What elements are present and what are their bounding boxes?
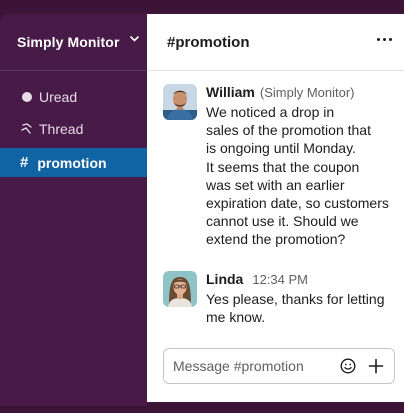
message-line: We noticed a drop in — [206, 104, 335, 120]
avatar[interactable] — [163, 271, 197, 307]
message-body: William (Simply Monitor) We noticed a dr… — [206, 84, 389, 249]
message-line: is ongoing until Monday. — [206, 140, 356, 157]
avatar[interactable] — [163, 84, 197, 120]
workspace-switcher[interactable]: Simply Monitor — [0, 14, 147, 71]
sidebar: Simply Monitor Uread Thread # promotion — [0, 14, 147, 406]
message-line: It seems that the coupon — [206, 158, 360, 175]
more-options-icon[interactable] — [377, 38, 392, 41]
sidebar-item-unread[interactable]: Uread — [0, 81, 147, 113]
message: William (Simply Monitor) We noticed a dr… — [163, 84, 389, 249]
plus-icon[interactable] — [368, 358, 384, 374]
message-timestamp[interactable]: 12:34 PM — [252, 272, 308, 287]
sidebar-item-label: Uread — [39, 89, 78, 105]
author-workspace: (Simply Monitor) — [259, 85, 355, 100]
message-body: Linda 12:34 PM Yes please, thanks for le… — [206, 271, 385, 326]
channel-title[interactable]: #promotion — [167, 34, 250, 51]
message-line: was set with an earlier — [206, 176, 345, 193]
thread-icon — [20, 123, 33, 136]
message-line: me know. — [206, 309, 266, 326]
message-line: Yes please, thanks for letting — [206, 291, 385, 307]
hash-icon: # — [20, 154, 29, 171]
message-input[interactable] — [173, 358, 333, 374]
message-line: cannot use it. Should we — [206, 213, 359, 230]
sidebar-item-label: promotion — [37, 154, 107, 171]
message-text: We noticed a drop in sales of the promot… — [206, 103, 389, 249]
author-name[interactable]: Linda — [206, 271, 243, 287]
emoji-icon[interactable] — [340, 358, 356, 374]
workspace-name: Simply Monitor — [17, 34, 120, 50]
message-text: Yes please, thanks for letting me know. — [206, 290, 385, 326]
sidebar-item-label: Thread — [39, 121, 84, 137]
message-header: Linda 12:34 PM — [206, 271, 385, 287]
circle-icon — [20, 91, 33, 104]
message-line: extend the promotion? — [206, 231, 346, 248]
sidebar-item-thread[interactable]: Thread — [0, 113, 147, 145]
message-header: William (Simply Monitor) — [206, 84, 389, 100]
channel-pane: #promotion William (Simply Monitor) We n… — [147, 14, 404, 402]
message-line: expiration date, so customers — [206, 195, 389, 212]
message-composer — [163, 348, 395, 384]
app-window: Simply Monitor Uread Thread # promotion … — [0, 0, 404, 413]
channel-header: #promotion — [147, 14, 404, 71]
sidebar-item-promotion[interactable]: # promotion — [0, 148, 147, 177]
sidebar-nav: Uread Thread # promotion — [0, 71, 147, 177]
message-line: sales of the promotion that — [206, 122, 371, 139]
author-name[interactable]: William — [206, 84, 255, 100]
chevron-down-icon — [129, 36, 139, 44]
message: Linda 12:34 PM Yes please, thanks for le… — [163, 271, 385, 326]
